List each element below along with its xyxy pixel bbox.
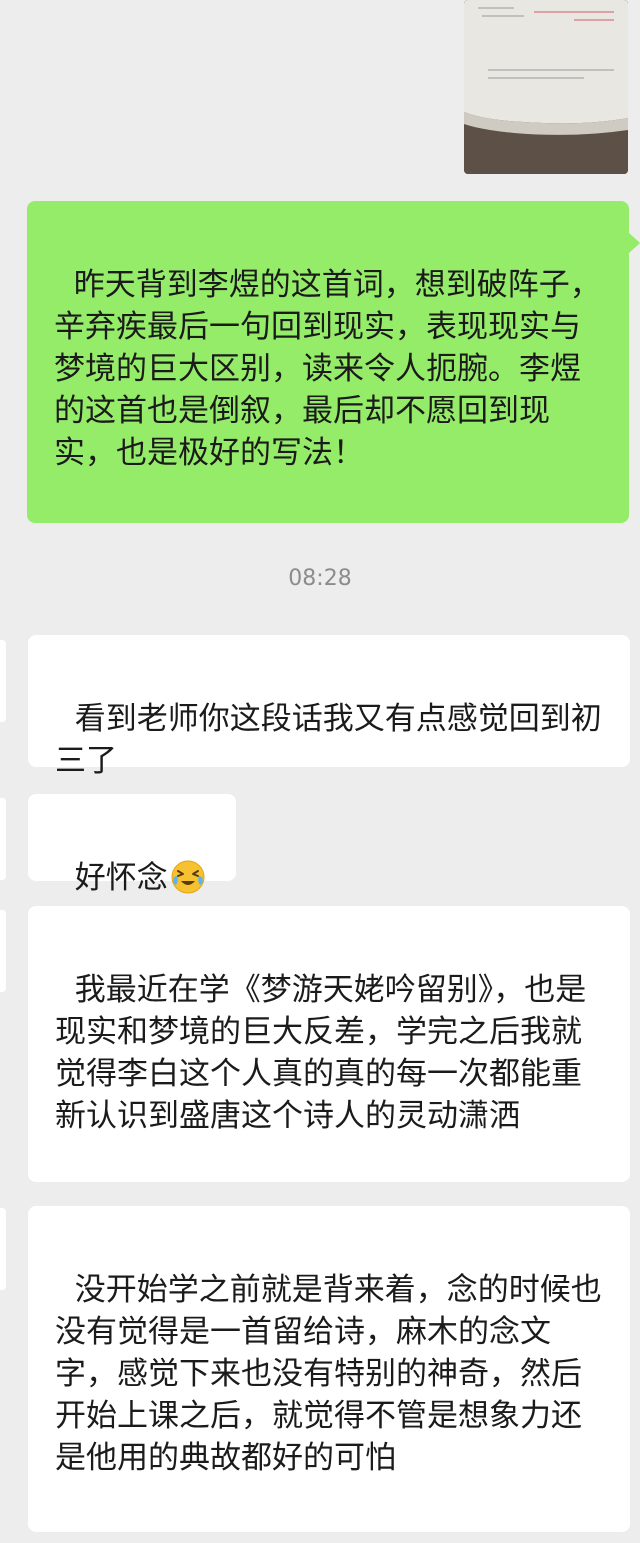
incoming-message-bubble[interactable]: 我最近在学《梦游天姥吟留别》，也是现实和梦境的巨大反差，学完之后我就觉得李白这个… xyxy=(28,906,630,1182)
sent-photo-thumbnail[interactable] xyxy=(464,0,628,174)
outgoing-bubble-tail xyxy=(628,232,640,254)
crying-laughing-emoji-icon xyxy=(170,859,206,895)
sender-avatar-edge[interactable] xyxy=(0,1208,6,1290)
incoming-message-bubble[interactable]: 看到老师你这段话我又有点感觉回到初三了 xyxy=(28,635,630,779)
incoming-message-bubble[interactable]: 没开始学之前就是背来着，念的时候也没有觉得是一首留给诗，麻木的念文字，感觉下来也… xyxy=(28,1206,630,1532)
outgoing-message-text: 昨天背到李煜的这首词，想到破阵子，辛弃疾最后一句回到现实，表现现实与梦境的巨大区… xyxy=(54,267,601,471)
sender-avatar-edge[interactable] xyxy=(0,798,6,880)
incoming-message-text: 我最近在学《梦游天姥吟留别》，也是现实和梦境的巨大反差，学完之后我就觉得李白这个… xyxy=(55,972,587,1134)
message-timestamp: 08:28 xyxy=(288,566,352,591)
outgoing-message-bubble[interactable]: 昨天背到李煜的这首词，想到破阵子，辛弃疾最后一句回到现实，表现现实与梦境的巨大区… xyxy=(27,201,629,523)
incoming-message-text: 好怀念 xyxy=(74,860,168,896)
book-page-photo xyxy=(464,0,628,174)
sender-avatar-edge[interactable] xyxy=(0,910,6,992)
incoming-message-text: 没开始学之前就是背来着，念的时候也没有觉得是一首留给诗，麻木的念文字，感觉下来也… xyxy=(55,1272,602,1476)
incoming-message-bubble[interactable]: 好怀念 xyxy=(28,794,236,896)
incoming-message-text: 看到老师你这段话我又有点感觉回到初三了 xyxy=(55,701,602,779)
sender-avatar-edge[interactable] xyxy=(0,640,6,722)
